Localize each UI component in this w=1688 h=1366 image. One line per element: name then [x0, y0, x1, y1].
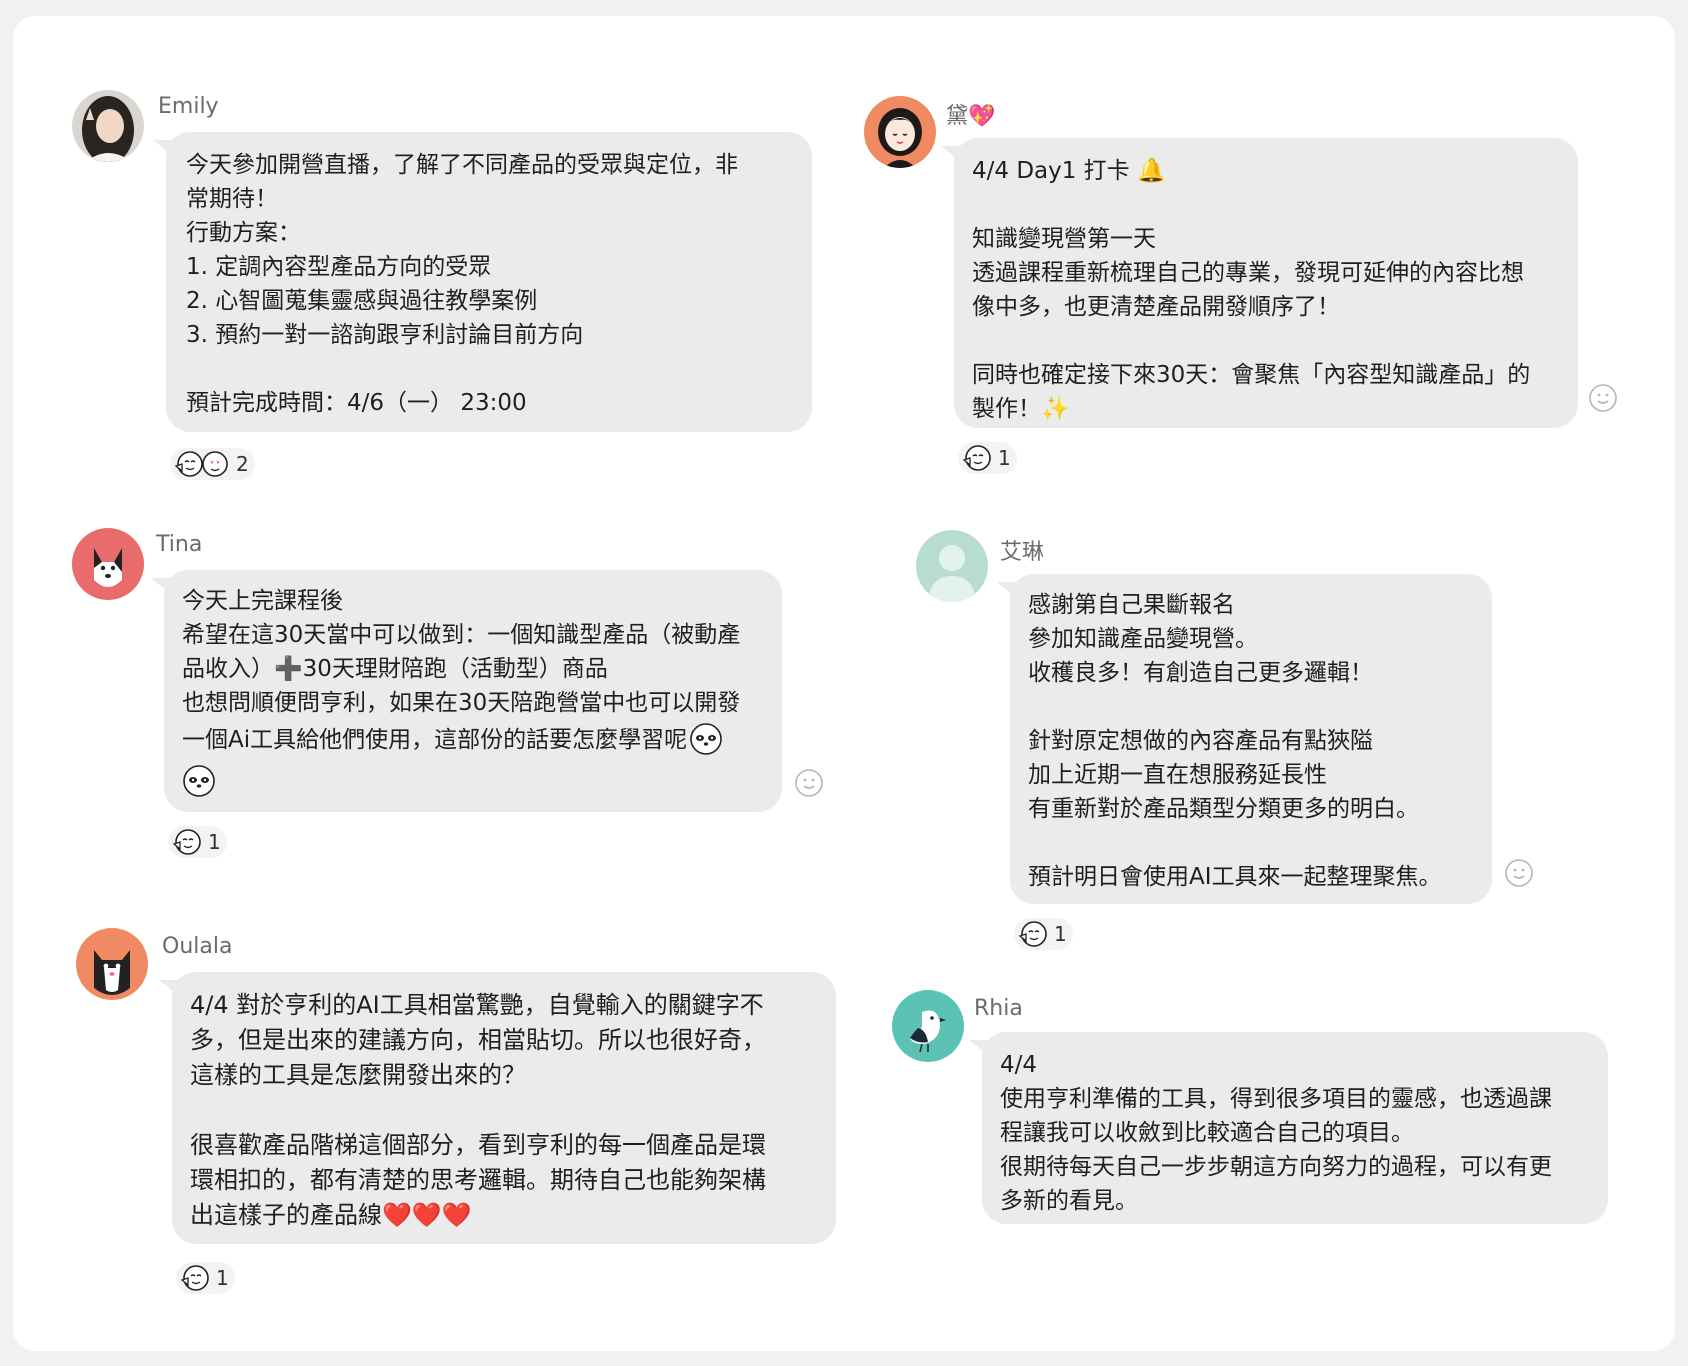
- reaction-count: 1: [208, 830, 221, 854]
- pointing-face-emoji: [172, 827, 202, 857]
- message-line: 常期待！: [186, 186, 278, 212]
- message-line: 收穫良多！有創造自己更多邏輯！: [1028, 660, 1373, 686]
- message-line: 預計完成時間：4/6（一） 23:00: [186, 390, 527, 416]
- reaction-bar[interactable]: 1: [1014, 918, 1073, 950]
- avatar-dai[interactable]: [864, 96, 936, 168]
- message-line: 希望在這30天當中可以做到：一個知識型產品（被動產: [182, 622, 741, 648]
- message-line: 4/4 Day1 打卡 🔔: [972, 158, 1166, 184]
- message-line: 有重新對於產品類型分類更多的明白。: [1028, 796, 1419, 822]
- message-bubble[interactable]: 4/4 Day1 打卡 🔔 知識變現營第一天 透過課程重新梳理自己的專業，發現可…: [954, 138, 1578, 428]
- message-bubble[interactable]: 今天上完課程後 希望在這30天當中可以做到：一個知識型產品（被動產 品收入）➕3…: [164, 570, 782, 812]
- message-line: 多新的看見。: [1000, 1188, 1138, 1214]
- pointing-face-emoji: [180, 1263, 210, 1293]
- message-bubble[interactable]: 感謝第自己果斷報名 參加知識產品變現營。 收穫良多！有創造自己更多邏輯！ 針對原…: [1010, 574, 1492, 904]
- avatar-ailin[interactable]: [916, 530, 988, 602]
- reaction-count: 2: [236, 452, 249, 476]
- heart-eyes-emoji: [200, 449, 230, 479]
- message-line: 4/4 對於亨利的AI工具相當驚艷，自覺輸入的關鍵字不: [190, 991, 764, 1019]
- message-line: 今天上完課程後: [182, 588, 343, 614]
- message-line-text: 一個Ai工具給他們使用，這部份的話要怎麼學習呢: [182, 727, 688, 753]
- pointing-face-emoji: [1018, 919, 1048, 949]
- message-line: 使用亨利準備的工具，得到很多項目的靈感，也透過課: [1000, 1086, 1552, 1112]
- message-line: 4/4: [1000, 1052, 1038, 1078]
- message-line: 透過課程重新梳理自己的專業，發現可延伸的內容比想: [972, 260, 1524, 286]
- smiley-outline-icon[interactable]: [794, 768, 824, 798]
- message-line: [972, 324, 1560, 358]
- message-bubble[interactable]: 4/4 對於亨利的AI工具相當驚艷，自覺輸入的關鍵字不 多，但是出來的建議方向，…: [172, 972, 836, 1244]
- reaction-bar[interactable]: 1: [176, 1262, 235, 1294]
- message-line: [186, 352, 792, 386]
- message-line: 知識變現營第一天: [972, 226, 1156, 252]
- message-line: 1. 定調內容型產品方向的受眾: [186, 254, 492, 280]
- message-line: 品收入）➕30天理財陪跑（活動型）商品: [182, 656, 608, 682]
- reaction-count: 1: [998, 446, 1011, 470]
- reaction-bar[interactable]: 1: [168, 826, 227, 858]
- message-line: 製作！✨: [972, 396, 1070, 422]
- avatar-emily[interactable]: [72, 90, 144, 162]
- avatar-oulala[interactable]: [76, 928, 148, 1000]
- message-line: 2. 心智圖蒐集靈感與過往教學案例: [186, 288, 538, 314]
- sender-name: Rhia: [974, 996, 1023, 1021]
- sender-name: 艾琳: [1000, 540, 1045, 565]
- message-line: 感謝第自己果斷報名: [1028, 592, 1235, 618]
- message-line: 參加知識產品變現營。: [1028, 626, 1258, 652]
- message-line: 像中多，也更清楚產品開發順序了！: [972, 294, 1340, 320]
- sender-name: Tina: [156, 532, 203, 557]
- reaction-count: 1: [1054, 922, 1067, 946]
- sender-name: 黛💖: [946, 104, 996, 129]
- message-line: [1028, 826, 1474, 860]
- reaction-count: 1: [216, 1266, 229, 1290]
- sender-name: Oulala: [162, 934, 233, 959]
- reaction-bar[interactable]: 1: [958, 442, 1017, 474]
- message-line: 同時也確定接下來30天：會聚焦「內容型知識產品」的: [972, 362, 1531, 388]
- message-line: 很喜歡產品階梯這個部分，看到亨利的每一個產品是環: [190, 1131, 766, 1159]
- message-line: 行動方案：: [186, 220, 301, 246]
- message-bubble[interactable]: 今天參加開營直播，了解了不同產品的受眾與定位，非 常期待！ 行動方案： 1. 定…: [166, 132, 812, 432]
- message-line: 預計明日會使用AI工具來一起整理聚焦。: [1028, 864, 1442, 890]
- sender-name: Emily: [158, 94, 219, 119]
- message-line: 很期待每天自己一步步朝這方向努力的過程，可以有更: [1000, 1154, 1552, 1180]
- message-line: 加上近期一直在想服務延長性: [1028, 762, 1327, 788]
- avatar-tina[interactable]: [72, 528, 144, 600]
- message-line: [190, 1093, 818, 1128]
- smiley-outline-icon[interactable]: [1504, 858, 1534, 888]
- avatar-rhia[interactable]: [892, 990, 964, 1062]
- message-line: 3. 預約一對一諮詢跟亨利討論目前方向: [186, 322, 584, 348]
- message-line: 出這樣子的產品線❤️❤️❤️: [190, 1201, 472, 1229]
- message-line: 環相扣的，都有清楚的思考邏輯。期待自己也能夠架構: [190, 1166, 766, 1194]
- panda-face-emoji: [689, 722, 723, 756]
- message-line: [182, 760, 764, 804]
- smiley-outline-icon[interactable]: [1588, 383, 1618, 413]
- message-line: 針對原定想做的內容產品有點狹隘: [1028, 728, 1373, 754]
- message-line: 一個Ai工具給他們使用，這部份的話要怎麼學習呢: [182, 720, 764, 760]
- message-line: 也想問順便問亨利，如果在30天陪跑營當中也可以開發: [182, 690, 741, 716]
- message-line: 今天參加開營直播，了解了不同產品的受眾與定位，非: [186, 152, 738, 178]
- pointing-face-emoji: [962, 443, 992, 473]
- message-line: [972, 188, 1560, 222]
- message-bubble[interactable]: 4/4 使用亨利準備的工具，得到很多項目的靈感，也透過課 程讓我可以收斂到比較適…: [982, 1032, 1608, 1224]
- panda-face-emoji: [182, 764, 216, 798]
- message-line: 程讓我可以收斂到比較適合自己的項目。: [1000, 1120, 1414, 1146]
- message-line: 這樣的工具是怎麼開發出來的？: [190, 1061, 526, 1089]
- message-line: 多，但是出來的建議方向，相當貼切。所以也很好奇，: [190, 1026, 766, 1054]
- reaction-bar[interactable]: 2: [170, 448, 255, 480]
- message-line: [1028, 690, 1474, 724]
